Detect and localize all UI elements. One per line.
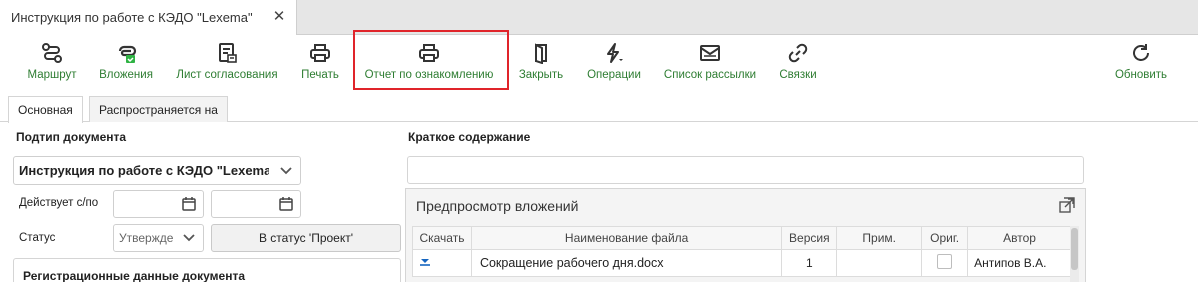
- refresh-label: Обновить: [1114, 69, 1168, 81]
- attachments-button[interactable]: Вложения: [96, 35, 156, 91]
- status-label: Статус: [19, 232, 56, 244]
- route-label: Маршрут: [27, 69, 77, 81]
- mailing-list-button[interactable]: Список рассылки: [661, 35, 759, 91]
- valid-from-field[interactable]: [113, 190, 204, 218]
- valid-to-field[interactable]: [211, 190, 301, 218]
- approval-sheet-button[interactable]: Лист согласования: [173, 35, 281, 91]
- printer-icon: [310, 44, 330, 62]
- operations-button[interactable]: Операции: [583, 35, 645, 91]
- paperclip-icon: [118, 45, 137, 63]
- registration-section: Регистрационные данные документа: [13, 258, 401, 282]
- valid-label: Действует с/по: [19, 197, 99, 209]
- links-label: Связки: [779, 69, 817, 81]
- table-row[interactable]: Сокращение рабочего дня.docx 1 Антипов В…: [412, 249, 1072, 277]
- registration-label: Регистрационные данные документа: [23, 269, 246, 282]
- summary-input[interactable]: [407, 156, 1084, 184]
- subtype-label: Подтип документа: [16, 130, 127, 144]
- original-cell: [921, 249, 969, 277]
- original-checkbox[interactable]: [937, 254, 953, 269]
- attachments-preview-panel: Предпросмотр вложений Скачать Наименован…: [405, 188, 1086, 282]
- scrollbar-thumb[interactable]: [1071, 228, 1078, 270]
- download-icon[interactable]: [419, 257, 431, 267]
- subtype-select[interactable]: Инструкция по работе с КЭДО "Lexema": [13, 156, 301, 185]
- mailing-list-label: Список рассылки: [663, 69, 757, 81]
- table-header-row: Скачать Наименование файла Версия Прим. …: [412, 226, 1072, 250]
- col-download[interactable]: Скачать: [412, 226, 472, 250]
- attachments-label: Вложения: [99, 69, 153, 81]
- col-file-name[interactable]: Наименование файла: [470, 226, 783, 250]
- mail-icon: [700, 45, 720, 61]
- summary-label: Краткое содержание: [408, 130, 531, 144]
- document-tab[interactable]: Инструкция по работе с КЭДО "Lexema" ✕: [0, 0, 297, 35]
- col-author[interactable]: Автор: [967, 226, 1072, 250]
- document-tabbar: Инструкция по работе с КЭДО "Lexema" ✕: [0, 0, 1198, 35]
- attachments-table: Скачать Наименование файла Версия Прим. …: [412, 226, 1072, 277]
- status-value: Утвержден: [119, 231, 174, 245]
- to-project-button[interactable]: В статус 'Проект': [211, 224, 401, 252]
- highlight-frame: [353, 30, 509, 90]
- version-cell: 1: [781, 249, 838, 277]
- author-cell: Антипов В.А.: [967, 249, 1072, 277]
- operations-label: Операции: [587, 69, 641, 81]
- status-select[interactable]: Утвержден: [113, 224, 204, 252]
- calendar-icon[interactable]: [182, 197, 196, 211]
- col-version[interactable]: Версия: [781, 226, 838, 250]
- col-original[interactable]: Ориг.: [921, 226, 969, 250]
- chevron-down-icon: [280, 166, 292, 174]
- refresh-button[interactable]: Обновить: [1112, 35, 1170, 91]
- route-icon: [42, 43, 62, 63]
- note-cell: [836, 249, 923, 277]
- route-button[interactable]: Маршрут: [25, 35, 79, 91]
- close-document-button[interactable]: Закрыть: [516, 35, 566, 91]
- toolbar: Маршрут Вложения Лист согласования Печат…: [0, 35, 1198, 91]
- document-tab-title: Инструкция по работе с КЭДО "Lexema": [11, 10, 253, 25]
- approval-sheet-label: Лист согласования: [176, 69, 278, 81]
- form-tabs: Основная Распространяется на: [0, 94, 1198, 123]
- chevron-down-icon: [183, 234, 195, 242]
- lightning-icon: [607, 43, 623, 63]
- links-button[interactable]: Связки: [777, 35, 819, 91]
- col-note[interactable]: Прим.: [836, 226, 923, 250]
- tab-spreads-to[interactable]: Распространяется на: [89, 96, 228, 122]
- download-cell[interactable]: [412, 249, 472, 277]
- link-icon: [788, 43, 808, 63]
- expand-icon[interactable]: [1059, 197, 1075, 213]
- print-button[interactable]: Печать: [298, 35, 342, 91]
- tab-main[interactable]: Основная: [8, 96, 83, 123]
- table-scrollbar[interactable]: [1070, 226, 1079, 282]
- calendar-icon[interactable]: [279, 197, 293, 211]
- close-icon[interactable]: ✕: [272, 9, 286, 24]
- refresh-icon: [1133, 44, 1149, 61]
- close-document-label: Закрыть: [518, 69, 564, 81]
- print-label: Печать: [301, 69, 339, 81]
- file-name-cell[interactable]: Сокращение рабочего дня.docx: [470, 249, 783, 277]
- subtype-value: Инструкция по работе с КЭДО "Lexema": [19, 163, 269, 178]
- preview-title: Предпросмотр вложений: [416, 198, 579, 214]
- door-icon: [535, 43, 547, 64]
- approval-sheet-icon: [219, 43, 237, 63]
